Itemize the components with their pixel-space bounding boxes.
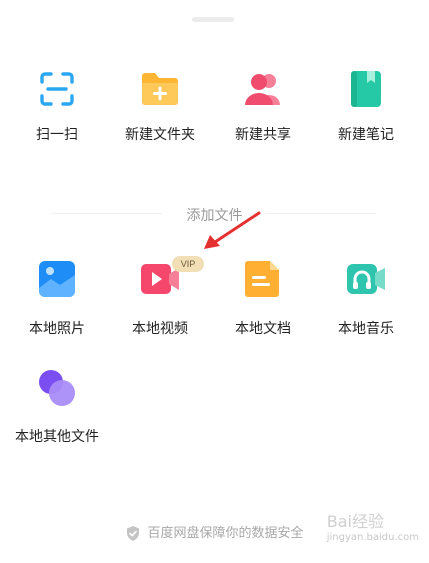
- local-other-files-label: 本地其他文件: [15, 429, 99, 445]
- new-folder-button[interactable]: 新建文件夹: [110, 68, 210, 158]
- footer-text: 百度网盘保障你的数据安全: [147, 526, 304, 541]
- local-music-button[interactable]: 本地音乐: [316, 258, 416, 338]
- local-other-files-button[interactable]: 本地其他文件: [7, 367, 107, 447]
- local-photo-label: 本地照片: [29, 321, 85, 337]
- local-document-label: 本地文档: [235, 321, 291, 337]
- local-photo-button[interactable]: 本地照片: [7, 258, 107, 338]
- new-share-label: 新建共享: [235, 127, 291, 143]
- red-arrow-annotation: [204, 211, 261, 249]
- folder-add-icon: [142, 73, 178, 105]
- section-divider-right: [266, 213, 376, 214]
- local-music-label: 本地音乐: [338, 321, 394, 337]
- scan-icon: [40, 72, 74, 106]
- new-note-button[interactable]: 新建笔记: [316, 68, 416, 158]
- photo-icon: [39, 261, 75, 297]
- new-note-label: 新建笔记: [338, 127, 394, 143]
- scan-label: 扫一扫: [36, 127, 78, 143]
- new-folder-label: 新建文件夹: [125, 127, 195, 143]
- music-icon: [347, 264, 385, 294]
- notebook-icon: [351, 71, 381, 107]
- scan-button[interactable]: 扫一扫: [7, 68, 107, 158]
- document-icon: [245, 261, 279, 297]
- baidu-jingyan-watermark: Bai经验 jingyan.baidu.com: [327, 508, 419, 543]
- local-document-button[interactable]: 本地文档: [213, 258, 313, 338]
- shield-icon: [127, 526, 140, 541]
- vip-badge: VIP: [172, 256, 204, 272]
- watermark-title: Bai经验: [326, 512, 384, 531]
- sheet-drag-handle[interactable]: [192, 17, 234, 22]
- share-users-icon: [245, 74, 280, 105]
- other-files-icon: [39, 370, 75, 406]
- watermark-url: jingyan.baidu.com: [326, 532, 419, 543]
- new-share-button[interactable]: 新建共享: [213, 68, 313, 158]
- local-video-label: 本地视频: [132, 321, 188, 337]
